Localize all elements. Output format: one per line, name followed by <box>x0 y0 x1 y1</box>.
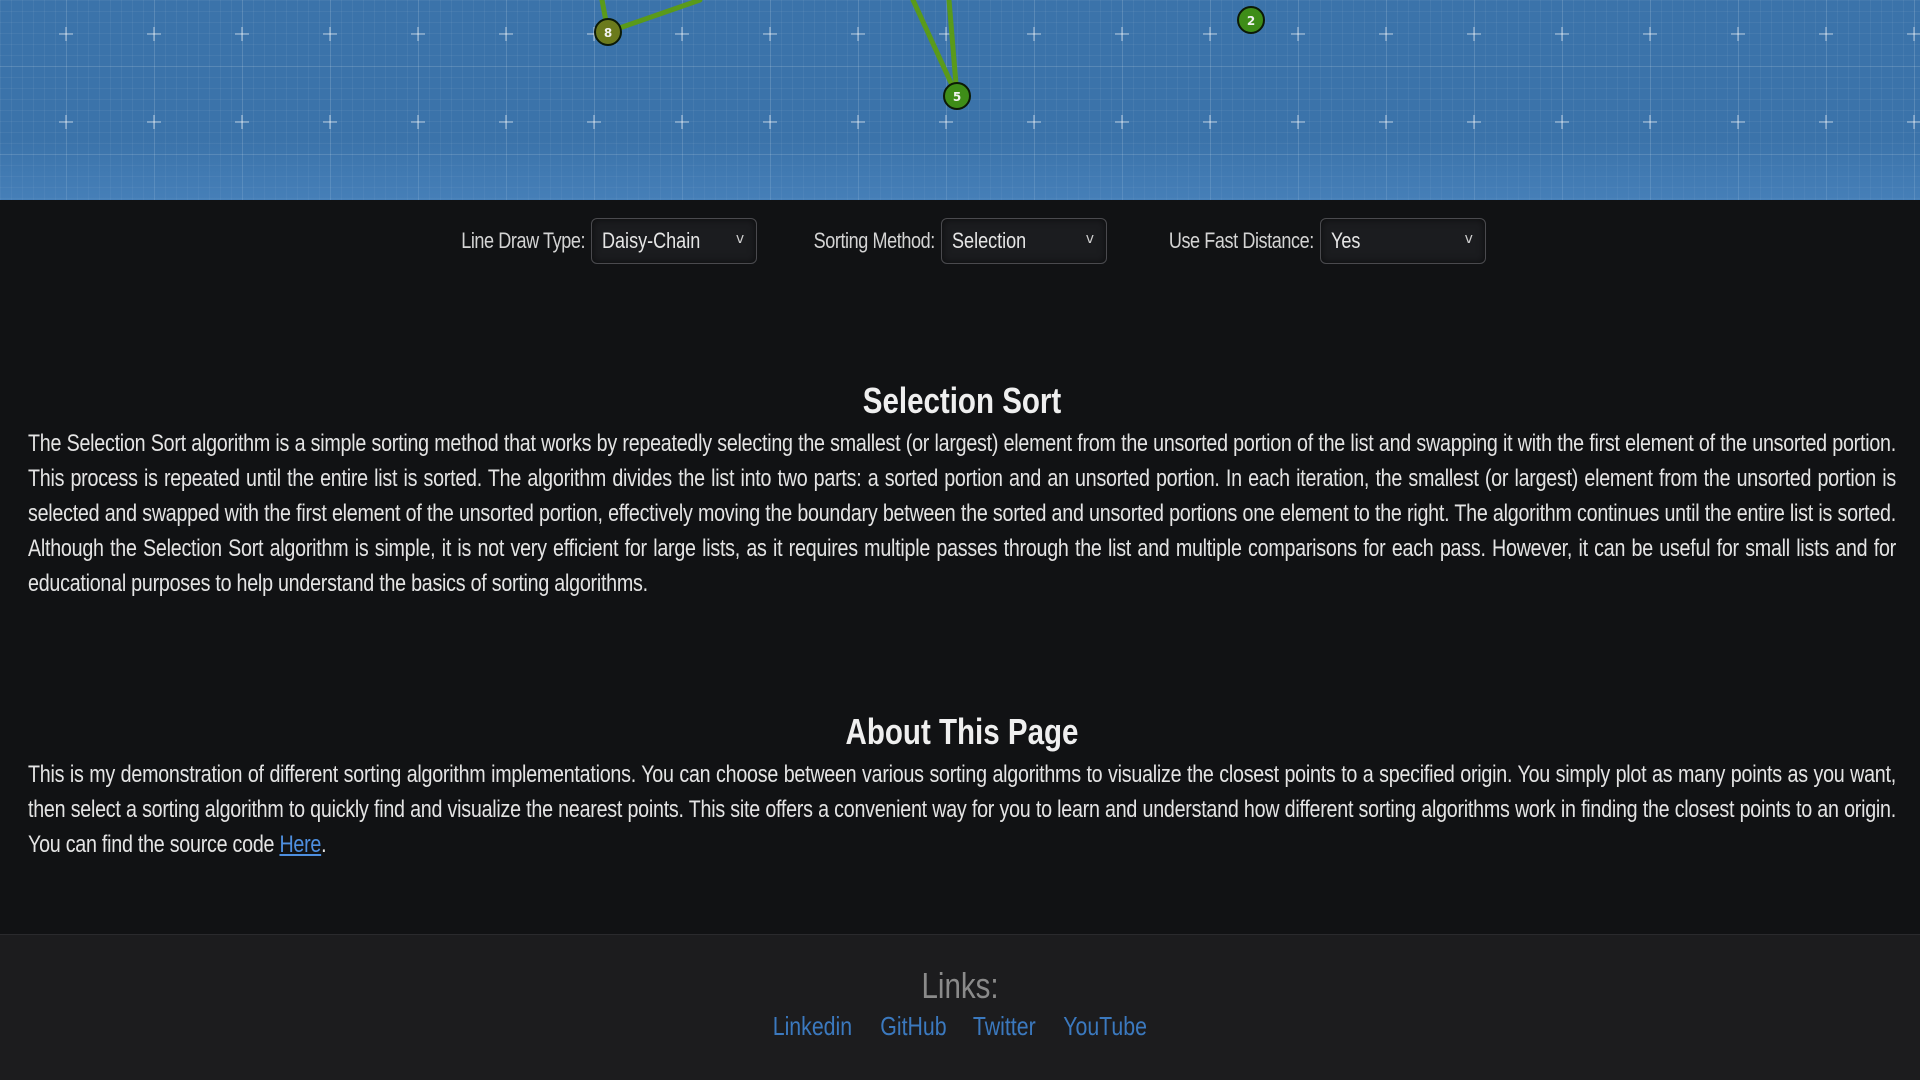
point-marker[interactable]: 2 <box>1237 6 1265 34</box>
chain-edge <box>605 0 703 35</box>
point-label: 8 <box>604 26 612 40</box>
sorting-method-label: Sorting Method: <box>813 228 936 253</box>
point-marker[interactable]: 8 <box>594 18 622 46</box>
line-draw-label: Line Draw Type: <box>461 228 586 253</box>
fast-distance-select[interactable]: Yes v <box>1319 218 1486 264</box>
sorting-method-value: Selection <box>952 228 1027 253</box>
chevron-down-icon: v <box>1085 231 1095 247</box>
grid-crosshair-marks <box>59 27 1920 129</box>
chevron-down-icon: v <box>735 231 745 247</box>
about-title: About This Page <box>845 711 1079 752</box>
algorithm-section: Selection Sort The Selection Sort algori… <box>28 380 1896 601</box>
fast-distance-control: Use Fast Distance: Yes v <box>1137 218 1486 264</box>
line-draw-value: Daisy-Chain <box>602 228 701 253</box>
sorting-method-select[interactable]: Selection v <box>941 218 1108 264</box>
linkedin-link[interactable]: Linkedin <box>772 1011 851 1042</box>
fast-distance-label: Use Fast Distance: <box>1168 228 1314 253</box>
controls-bar: Line Draw Type: Daisy-Chain v Sorting Me… <box>0 218 1920 264</box>
footer-links: Linkedin GitHub Twitter YouTube <box>0 1011 1920 1042</box>
twitter-link[interactable]: Twitter <box>972 1011 1035 1042</box>
about-description: This is my demonstration of different so… <box>28 757 1896 862</box>
line-draw-select[interactable]: Daisy-Chain v <box>591 218 758 264</box>
canvas-drawing: 8 5 2 <box>59 0 1920 129</box>
algorithm-description: The Selection Sort algorithm is a simple… <box>28 430 1896 597</box>
sorting-method-control: Sorting Method: Selection v <box>787 218 1108 264</box>
line-draw-control: Line Draw Type: Daisy-Chain v <box>434 218 758 264</box>
point-canvas[interactable]: 8 5 2 <box>0 0 1920 200</box>
footer: Links: Linkedin GitHub Twitter YouTube <box>0 934 1920 1080</box>
youtube-link[interactable]: YouTube <box>1063 1011 1147 1042</box>
about-tail: . <box>321 831 327 858</box>
algorithm-title: Selection Sort <box>862 380 1062 421</box>
chevron-down-icon: v <box>1464 231 1473 247</box>
footer-title: Links: <box>921 965 999 1006</box>
github-link[interactable]: GitHub <box>880 1011 946 1042</box>
point-label: 2 <box>1247 14 1255 28</box>
point-marker[interactable]: 5 <box>943 82 971 110</box>
about-section: About This Page This is my demonstration… <box>28 711 1896 862</box>
source-code-link[interactable]: Here <box>279 831 321 858</box>
point-label: 5 <box>953 90 961 104</box>
fast-distance-value: Yes <box>1330 228 1361 253</box>
